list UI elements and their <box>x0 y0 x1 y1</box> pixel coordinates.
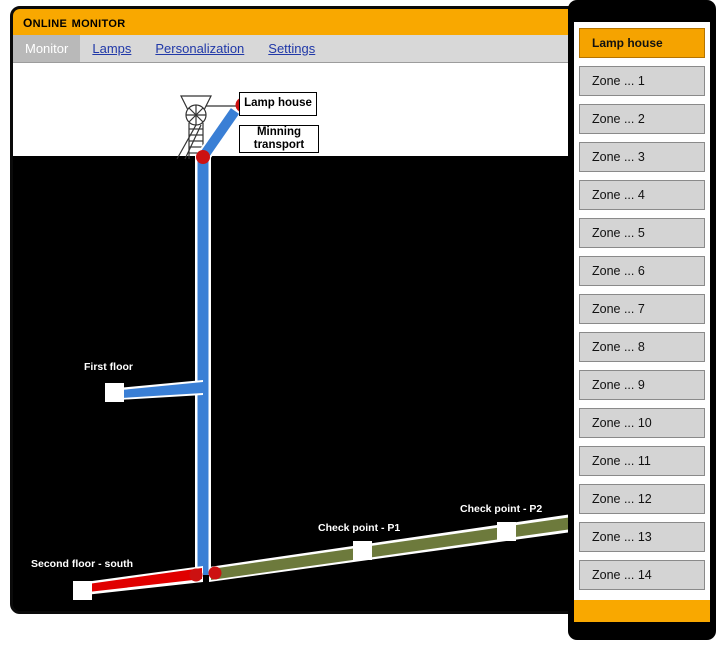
title-bar: Online monitor <box>13 9 579 35</box>
mine-diagram-canvas: Lamp house Minning transport First floor… <box>13 63 579 611</box>
screen-root: Online monitor Monitor Lamps Personaliza… <box>0 0 722 653</box>
label-first-floor-text: First floor <box>84 361 133 373</box>
tab-personalization-label: Personalization <box>155 41 245 56</box>
label-minning-transport-text: Minning transport <box>253 125 305 151</box>
tab-monitor[interactable]: Monitor <box>13 35 81 62</box>
zone-item-11[interactable]: Zone ... 11 <box>579 446 705 476</box>
zone-list: Lamp house Zone ... 1 Zone ... 2 Zone ..… <box>574 22 710 618</box>
label-check-point-p2-text: Check point - P2 <box>460 503 543 515</box>
second-floor-south-marker[interactable] <box>73 581 92 600</box>
tab-personalization[interactable]: Personalization <box>143 35 256 62</box>
zone-list-panel: Lamp house Zone ... 1 Zone ... 2 Zone ..… <box>568 0 716 640</box>
zone-item-10[interactable]: Zone ... 10 <box>579 408 705 438</box>
mining-transport-link <box>197 107 241 161</box>
zone-item-label: Zone ... 2 <box>592 112 645 126</box>
label-second-floor-south: Second floor - south <box>31 558 133 570</box>
junction-node-west[interactable] <box>189 568 203 582</box>
shaft-top-node[interactable] <box>196 150 210 164</box>
zone-item-7[interactable]: Zone ... 7 <box>579 294 705 324</box>
zone-item-13[interactable]: Zone ... 13 <box>579 522 705 552</box>
label-check-point-p2: Check point - P2 <box>460 503 542 515</box>
zone-item-9[interactable]: Zone ... 9 <box>579 370 705 400</box>
zone-item-label: Zone ... 13 <box>592 530 652 544</box>
zone-item-label: Zone ... 4 <box>592 188 645 202</box>
zone-item-label: Zone ... 6 <box>592 264 645 278</box>
label-minning-transport[interactable]: Minning transport <box>239 125 319 153</box>
check-point-p2-marker[interactable] <box>497 522 516 541</box>
page-title: Online monitor <box>23 12 126 31</box>
zone-item-14[interactable]: Zone ... 14 <box>579 560 705 590</box>
zone-item-label: Zone ... 14 <box>592 568 652 582</box>
tab-settings[interactable]: Settings <box>256 35 327 62</box>
zone-item-label: Zone ... 3 <box>592 150 645 164</box>
tab-lamps-label: Lamps <box>92 41 132 56</box>
zone-item-4[interactable]: Zone ... 4 <box>579 180 705 210</box>
zone-panel-footer <box>574 600 710 622</box>
label-second-floor-south-text: Second floor - south <box>31 558 134 570</box>
zone-item-6[interactable]: Zone ... 6 <box>579 256 705 286</box>
check-point-p1-marker[interactable] <box>353 541 372 560</box>
zone-item-label: Zone ... 10 <box>592 416 652 430</box>
zone-item-label: Zone ... 9 <box>592 378 645 392</box>
label-lamp-house-text: Lamp house <box>244 97 312 110</box>
zone-item-label: Zone ... 12 <box>592 492 652 506</box>
label-lamp-house[interactable]: Lamp house <box>239 92 317 116</box>
junction-node-east[interactable] <box>208 566 222 580</box>
zone-item-1[interactable]: Zone ... 1 <box>579 66 705 96</box>
tab-bar: Monitor Lamps Personalization Settings <box>13 35 579 63</box>
zone-item-label: Lamp house <box>592 36 663 50</box>
zone-item-label: Zone ... 5 <box>592 226 645 240</box>
zone-item-2[interactable]: Zone ... 2 <box>579 104 705 134</box>
label-first-floor: First floor <box>84 361 133 373</box>
tab-settings-label: Settings <box>268 41 316 56</box>
label-check-point-p1: Check point - P1 <box>318 522 400 534</box>
label-check-point-p1-text: Check point - P1 <box>318 522 401 534</box>
zone-item-5[interactable]: Zone ... 5 <box>579 218 705 248</box>
zone-item-12[interactable]: Zone ... 12 <box>579 484 705 514</box>
tab-lamps[interactable]: Lamps <box>80 35 143 62</box>
zone-item-3[interactable]: Zone ... 3 <box>579 142 705 172</box>
second-floor-south-gallery <box>85 566 203 595</box>
zone-item-label: Zone ... 11 <box>592 454 651 468</box>
zone-item-lamp-house[interactable]: Lamp house <box>579 28 705 58</box>
zone-item-label: Zone ... 8 <box>592 340 645 354</box>
zone-item-label: Zone ... 1 <box>592 74 645 88</box>
first-floor-gallery <box>118 380 203 400</box>
zone-item-label: Zone ... 7 <box>592 302 645 316</box>
zone-item-8[interactable]: Zone ... 8 <box>579 332 705 362</box>
tab-monitor-label: Monitor <box>25 41 69 56</box>
application-window: Online monitor Monitor Lamps Personaliza… <box>10 6 582 614</box>
first-floor-marker[interactable] <box>105 383 124 402</box>
